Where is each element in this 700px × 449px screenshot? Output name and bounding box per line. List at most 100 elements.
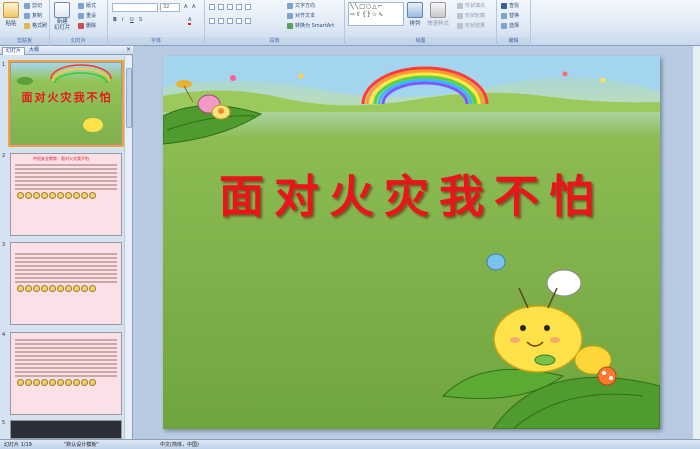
italic-button[interactable]: I	[122, 17, 123, 23]
shrink-font-button[interactable]: A	[192, 4, 195, 10]
reset-icon	[78, 12, 84, 19]
slide-thumbnail-5[interactable]	[10, 420, 122, 439]
shape-rect-icon: □	[359, 3, 366, 10]
line-spacing-icon	[245, 4, 251, 10]
quick-styles-label: 快速样式	[427, 21, 450, 27]
shape-fill-button[interactable]: 形状填充	[457, 2, 485, 9]
ribbon: 粘贴 剪切 复制 格式刷 剪贴板 新建 幻灯片 版式 重设 删除 幻灯片 32 …	[0, 0, 700, 46]
shape-outline-label: 形状轮廓	[465, 13, 486, 19]
shape-fill-label: 形状填充	[465, 3, 486, 9]
bold-button[interactable]: B	[113, 17, 117, 23]
text-line	[15, 351, 117, 353]
copy-button[interactable]: 复制	[24, 12, 42, 19]
shape-effects-button[interactable]: 形状效果	[457, 22, 485, 29]
layout-label: 版式	[86, 3, 97, 9]
text-line	[15, 188, 117, 190]
editing-group: 查找 替换 选择 编辑	[497, 0, 531, 46]
drawing-group-label: 绘图	[345, 37, 496, 45]
clipboard-group-label: 剪贴板	[0, 37, 49, 45]
paste-button[interactable]: 粘贴	[3, 2, 19, 27]
thumbnail-title: 面对火灾我不怕	[21, 91, 113, 104]
close-icon[interactable]: ×	[126, 46, 131, 53]
language-indicator[interactable]: 中文(简体，中国)	[160, 441, 199, 449]
align-buttons[interactable]	[209, 18, 252, 24]
shape-outline-button[interactable]: 形状轮廓	[457, 12, 485, 19]
paste-icon	[3, 2, 19, 18]
text-direction-button[interactable]: 文字方向	[287, 2, 315, 9]
font-name-combo[interactable]	[112, 3, 158, 12]
delete-label: 删除	[86, 23, 97, 29]
copy-icon	[24, 12, 30, 19]
tab-outline[interactable]: 大纲	[26, 47, 42, 55]
align-right-icon	[227, 18, 233, 24]
character-row	[11, 192, 121, 199]
slide-thumbnail-1[interactable]: 面对火灾我不怕	[8, 60, 124, 147]
align-center-icon	[218, 18, 224, 24]
new-slide-button[interactable]: 新建 幻灯片	[54, 2, 71, 31]
text-line	[15, 257, 117, 259]
tab-slides[interactable]: 幻灯片	[2, 47, 26, 55]
shrink-font-icon: A	[192, 4, 196, 10]
slide-thumbnail-2[interactable]: 中班安全教育：面对火灾我不怕	[10, 153, 122, 236]
format-painter-button[interactable]: 格式刷	[24, 22, 47, 29]
slide-thumbnail-4[interactable]	[10, 332, 122, 415]
paste-label: 粘贴	[5, 21, 17, 27]
shape-bracket-icon: ⌐	[377, 3, 384, 10]
font-size-combo[interactable]: 32	[160, 3, 180, 12]
strikethrough-button[interactable]: S	[139, 17, 142, 23]
effects-icon	[457, 22, 463, 29]
text-line	[15, 176, 117, 178]
text-line	[15, 347, 117, 349]
text-line	[15, 269, 117, 271]
paint-bucket-icon	[457, 2, 463, 9]
pen-icon	[457, 12, 463, 19]
text-line	[15, 164, 117, 166]
find-button[interactable]: 查找	[501, 2, 519, 9]
scrollbar-thumb[interactable]	[126, 68, 132, 128]
smartart-label: 转换为 SmartArt	[295, 23, 335, 29]
slide-canvas: 面对火灾我不怕	[133, 46, 700, 439]
cut-label: 剪切	[32, 3, 43, 9]
arrange-label: 排列	[409, 21, 421, 27]
new-slide-icon	[54, 2, 71, 18]
brush-icon	[24, 22, 30, 29]
grow-font-button[interactable]: A	[184, 4, 187, 10]
quick-styles-icon	[430, 2, 446, 18]
text-line	[15, 172, 117, 174]
quick-styles-button[interactable]: 快速样式	[427, 2, 449, 27]
underline-button[interactable]: U	[130, 17, 134, 23]
slides-group-label: 幻灯片	[50, 37, 107, 45]
smartart-button[interactable]: 转换为 SmartArt	[287, 22, 334, 29]
thumbnail-title: 中班安全教育：面对火灾我不怕	[33, 156, 89, 161]
text-line	[15, 363, 117, 365]
new-slide-label: 新建 幻灯片	[54, 19, 71, 31]
outdent-icon	[236, 4, 242, 10]
find-label: 查找	[509, 3, 520, 9]
align-text-button[interactable]: 对齐文本	[287, 12, 315, 19]
bullets-button[interactable]	[209, 4, 252, 10]
text-line	[15, 168, 117, 170]
slides-pane: 幻灯片 大纲 × 1 面对火灾我不怕 2 中班安全教育：面对火灾我不怕 3 4 …	[0, 46, 133, 439]
replace-button[interactable]: 替换	[501, 12, 519, 19]
canvas-scrollbar[interactable]	[692, 46, 700, 439]
reset-button[interactable]: 重设	[78, 12, 96, 19]
delete-slide-button[interactable]: 删除	[78, 22, 96, 29]
slide-background-art	[163, 56, 660, 429]
slide-thumbnail-3[interactable]	[10, 242, 122, 325]
bullets-icon	[209, 4, 215, 10]
font-color-button[interactable]: A	[188, 17, 192, 25]
indent-icon	[227, 4, 233, 10]
thumbnail-scrollbar[interactable]	[124, 56, 132, 439]
cut-button[interactable]: 剪切	[24, 2, 42, 9]
slide-title[interactable]: 面对火灾我不怕	[163, 160, 660, 225]
arrange-button[interactable]: 排列	[407, 2, 423, 27]
shapes-gallery[interactable]: ╲╲□○△⌐ ⇨⇧{}☆∿	[348, 2, 404, 26]
current-slide[interactable]: 面对火灾我不怕	[163, 56, 660, 429]
scissors-icon	[24, 2, 30, 9]
reset-label: 重设	[86, 13, 97, 19]
columns-icon	[245, 18, 251, 24]
layout-button[interactable]: 版式	[78, 2, 96, 9]
select-button[interactable]: 选择	[501, 22, 519, 29]
numbering-icon	[218, 4, 224, 10]
slides-group: 新建 幻灯片 版式 重设 删除 幻灯片	[50, 0, 108, 46]
